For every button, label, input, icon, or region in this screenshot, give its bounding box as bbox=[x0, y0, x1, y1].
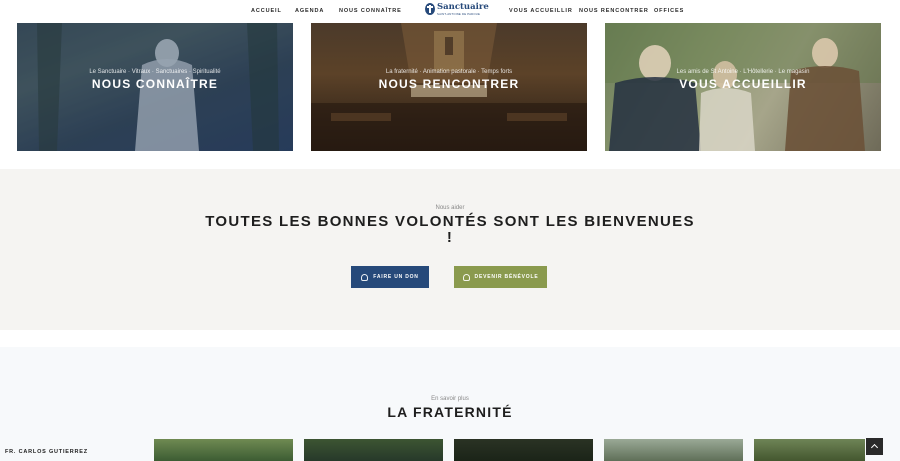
volunteer-label: DEVENIR BÉNÉVOLE bbox=[474, 274, 539, 280]
help-section: Nous aider TOUTES LES BONNES VOLONTÉS SO… bbox=[0, 169, 900, 330]
friar-name: FR. CARLOS GUTIERREZ bbox=[5, 449, 88, 455]
hand-heart-icon bbox=[462, 273, 470, 281]
logo-name: Sanctuaire bbox=[437, 2, 489, 12]
section-kicker: En savoir plus bbox=[431, 396, 469, 402]
nav-nous-rencontrer[interactable]: NOUS RENCONTRER bbox=[579, 8, 649, 14]
section-kicker: Nous aider bbox=[435, 205, 465, 211]
nav-offices[interactable]: OFFICES bbox=[654, 8, 684, 14]
card-nous-rencontrer[interactable]: La fraternité · Animation pastorale · Te… bbox=[311, 23, 587, 151]
friar-photo[interactable] bbox=[304, 439, 443, 461]
fraternite-section: En savoir plus LA FRATERNITÉ FR. CARLOS … bbox=[0, 347, 900, 461]
card-subtitle: Les amis de St Antoine · L'Hôtellerie · … bbox=[676, 69, 810, 75]
section-heading: LA FRATERNITÉ bbox=[387, 404, 513, 420]
nav-accueil[interactable]: ACCUEIL bbox=[251, 8, 282, 14]
nav-nous-connaitre[interactable]: NOUS CONNAÎTRE bbox=[339, 8, 402, 14]
logo-tagline: SAINT-ANTOINE DE PADOUE bbox=[437, 12, 481, 16]
chevron-up-icon bbox=[870, 443, 879, 452]
friar-photo[interactable] bbox=[154, 439, 293, 461]
card-title: VOUS ACCUEILLIR bbox=[679, 77, 807, 91]
cross-icon bbox=[425, 3, 435, 15]
donate-label: FAIRE UN DON bbox=[373, 274, 419, 280]
volunteer-button[interactable]: DEVENIR BÉNÉVOLE bbox=[454, 266, 547, 288]
donate-button[interactable]: FAIRE UN DON bbox=[351, 266, 429, 288]
card-nous-connaitre[interactable]: Le Sanctuaire · Vitraux · Sanctuaires · … bbox=[17, 23, 293, 151]
card-subtitle: La fraternité · Animation pastorale · Te… bbox=[385, 69, 513, 75]
hand-heart-icon bbox=[361, 273, 369, 281]
card-vous-accueillir[interactable]: Les amis de St Antoine · L'Hôtellerie · … bbox=[605, 23, 881, 151]
friar-photo[interactable] bbox=[604, 439, 743, 461]
site-logo[interactable]: Sanctuaire SAINT-ANTOINE DE PADOUE bbox=[425, 2, 489, 18]
card-subtitle: Le Sanctuaire · Vitraux · Sanctuaires · … bbox=[89, 69, 221, 75]
nav-vous-accueillir[interactable]: VOUS ACCUEILLIR bbox=[509, 8, 573, 14]
friar-photo[interactable] bbox=[754, 439, 865, 461]
section-heading: TOUTES LES BONNES VOLONTÉS SONT LES BIEN… bbox=[205, 213, 695, 246]
top-navigation: ACCUEIL AGENDA NOUS CONNAÎTRE Sanctuaire… bbox=[0, 0, 900, 23]
card-title: NOUS RENCONTRER bbox=[378, 77, 520, 91]
nav-agenda[interactable]: AGENDA bbox=[295, 8, 324, 14]
friar-photo[interactable] bbox=[454, 439, 593, 461]
scroll-to-top-button[interactable] bbox=[866, 438, 883, 455]
card-title: NOUS CONNAÎTRE bbox=[91, 77, 219, 91]
